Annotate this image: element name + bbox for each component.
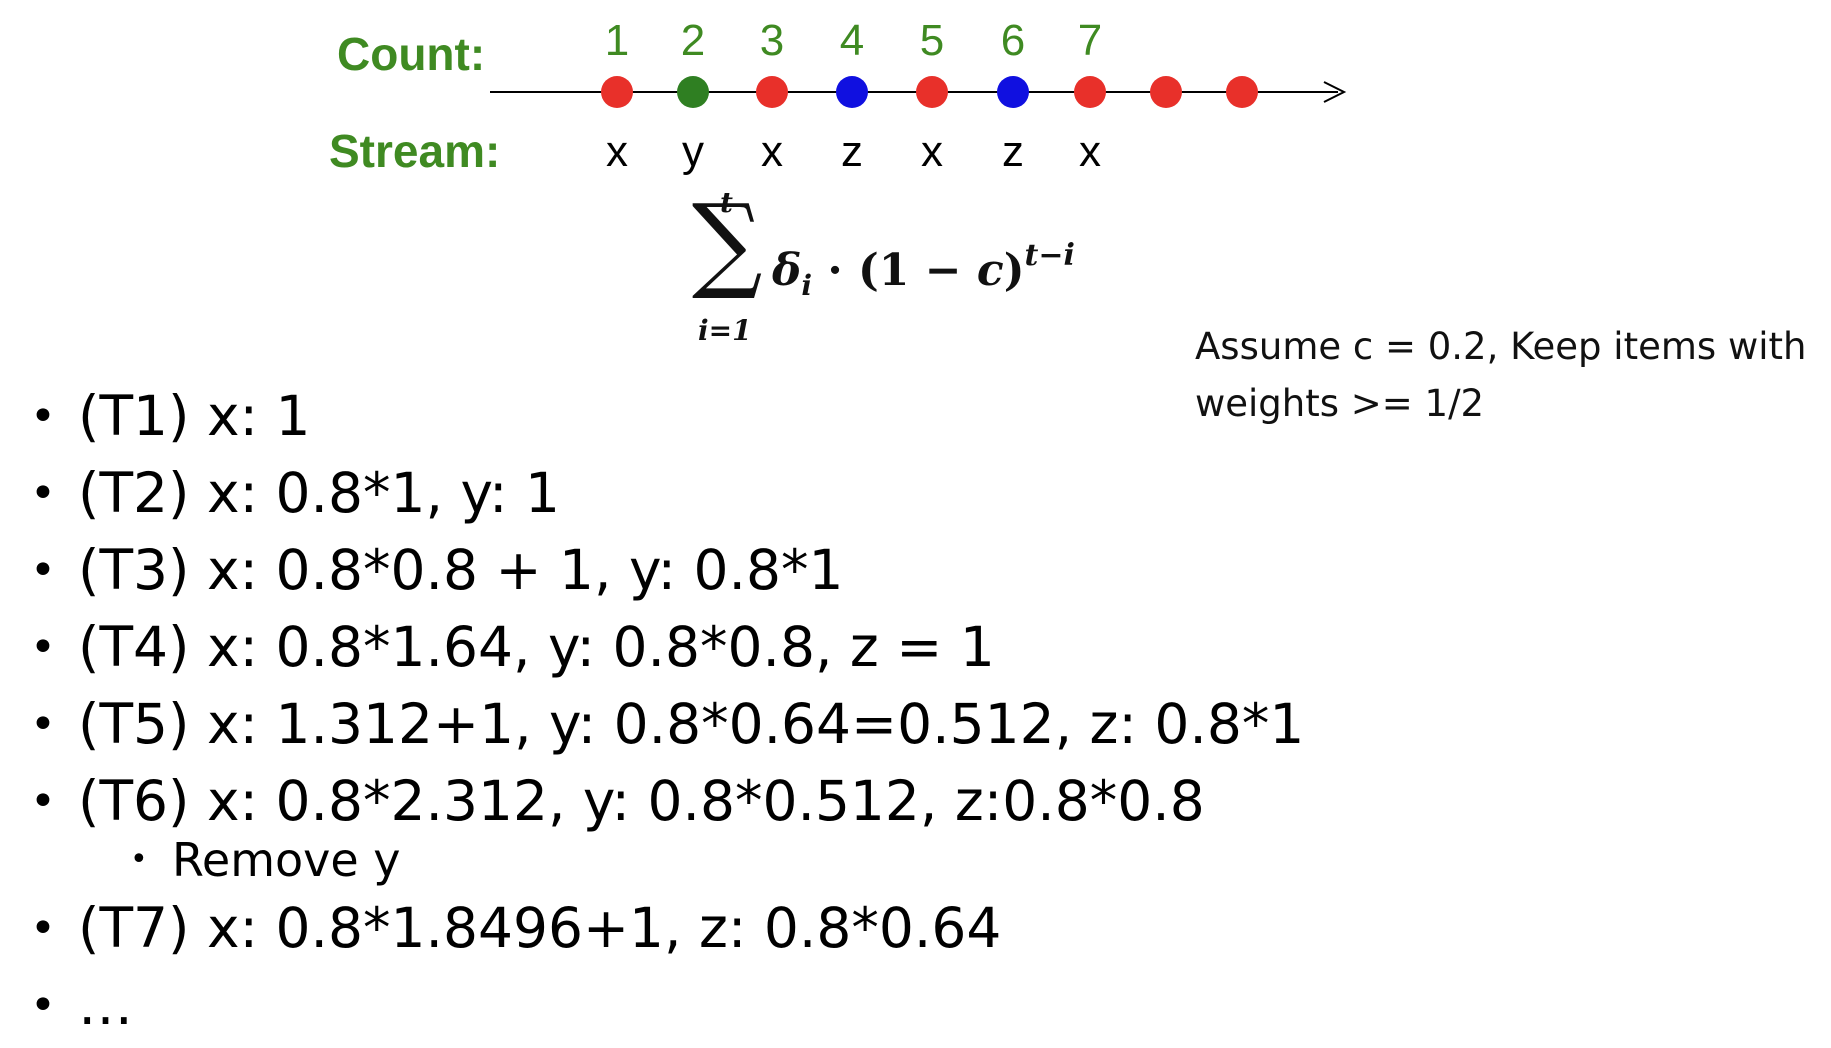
formula-middle: · ( [812,245,879,296]
stream-symbol-3: x [761,127,783,176]
assumption-line-1: Assume c = 0.2, Keep items with [1195,325,1807,368]
bullet: • [30,545,56,596]
stream-diagram: Count: Stream: 1234567xyxzxzx t ∑ i=1 δi… [0,0,1831,370]
count-number-3: 3 [760,16,784,65]
step-t6: • (T6) x: 0.8*2.312, y: 0.8*0.512, z:0.8*… [0,763,1831,892]
stream-symbol-1: x [606,127,628,176]
bullet: • [30,903,56,954]
step-text: (T5) x: 1.312+1, y: 0.8*0.64=0.512, z: 0… [78,692,1305,756]
step-list: • (T1) x: 1 • (T2) x: 0.8*1, y: 1 • (T3) x:… [0,378,1831,1044]
step-text: (T3) x: 0.8*0.8 + 1, y: 0.8*1 [78,538,844,602]
bullet: • [30,391,56,442]
sub-bullet: • [130,842,148,877]
step-text: … [78,973,133,1037]
formula-one: 1 [878,245,910,296]
step-t1: • (T1) x: 1 [0,378,1831,455]
stream-dot-3 [756,76,788,108]
step-t5: • (T5) x: 1.312+1, y: 0.8*0.64=0.512, z: … [0,686,1831,763]
formula-minus: − [909,245,977,296]
decay-formula: t ∑ i=1 δi · (1 − c)t−i [690,181,1075,356]
substep-text: Remove y [172,833,401,887]
step-text: (T1) x: 1 [78,384,311,448]
substep-list: • Remove y [78,828,1831,892]
count-number-1: 1 [605,16,629,65]
substep-remove-y: • Remove y [78,828,1831,892]
step-t3: • (T3) x: 0.8*0.8 + 1, y: 0.8*1 [0,532,1831,609]
stream-symbol-2: y [682,127,704,176]
formula-c: c [976,245,1004,296]
stream-symbol-7: x [1079,127,1101,176]
stream-dot-7 [1074,76,1106,108]
stream-dot-2 [677,76,709,108]
sigma-symbol: ∑ [691,181,763,303]
step-t7: • (T7) x: 0.8*1.8496+1, z: 0.8*0.64 [0,890,1831,967]
step-text: (T2) x: 0.8*1, y: 1 [78,461,561,525]
stream-dot-9 [1226,76,1258,108]
stream-dot-1 [601,76,633,108]
stream-dot-6 [997,76,1029,108]
bullet: • [30,622,56,673]
stream-symbol-4: z [841,127,863,176]
bullet: • [30,776,56,827]
count-number-2: 2 [681,16,705,65]
formula-delta-sub: i [801,269,812,302]
formula-close: ) [1003,245,1025,296]
timeline: 1 2 3 4 5 6 7 x y x z x z x [490,16,1347,176]
count-number-5: 5 [920,16,944,65]
bullet: • [30,699,56,750]
bullet: • [30,980,56,1031]
formula-body: δi · (1 − c)t−i [772,238,1075,302]
step-text: (T7) x: 0.8*1.8496+1, z: 0.8*0.64 [78,896,1002,960]
stream-dot-8 [1150,76,1182,108]
stream-symbol-5: x [921,127,943,176]
stream-dot-4 [836,76,868,108]
stream-dot-5 [916,76,948,108]
sum-lower-limit: i=1 [698,314,752,347]
count-number-7: 7 [1078,16,1102,65]
step-text: (T4) x: 0.8*1.64, y: 0.8*0.8, z = 1 [78,615,995,679]
step-ellipsis: •… [0,967,1831,1044]
bullet: • [30,468,56,519]
formula-delta: δ [772,245,802,296]
stream-symbol-6: z [1002,127,1024,176]
count-number-4: 4 [840,16,864,65]
step-text: (T6) x: 0.8*2.312, y: 0.8*0.512, z:0.8*0… [78,769,1205,833]
step-t4: • (T4) x: 0.8*1.64, y: 0.8*0.8, z = 1 [0,609,1831,686]
count-number-6: 6 [1001,16,1025,65]
formula-exponent: t−i [1024,238,1075,273]
step-t2: • (T2) x: 0.8*1, y: 1 [0,455,1831,532]
